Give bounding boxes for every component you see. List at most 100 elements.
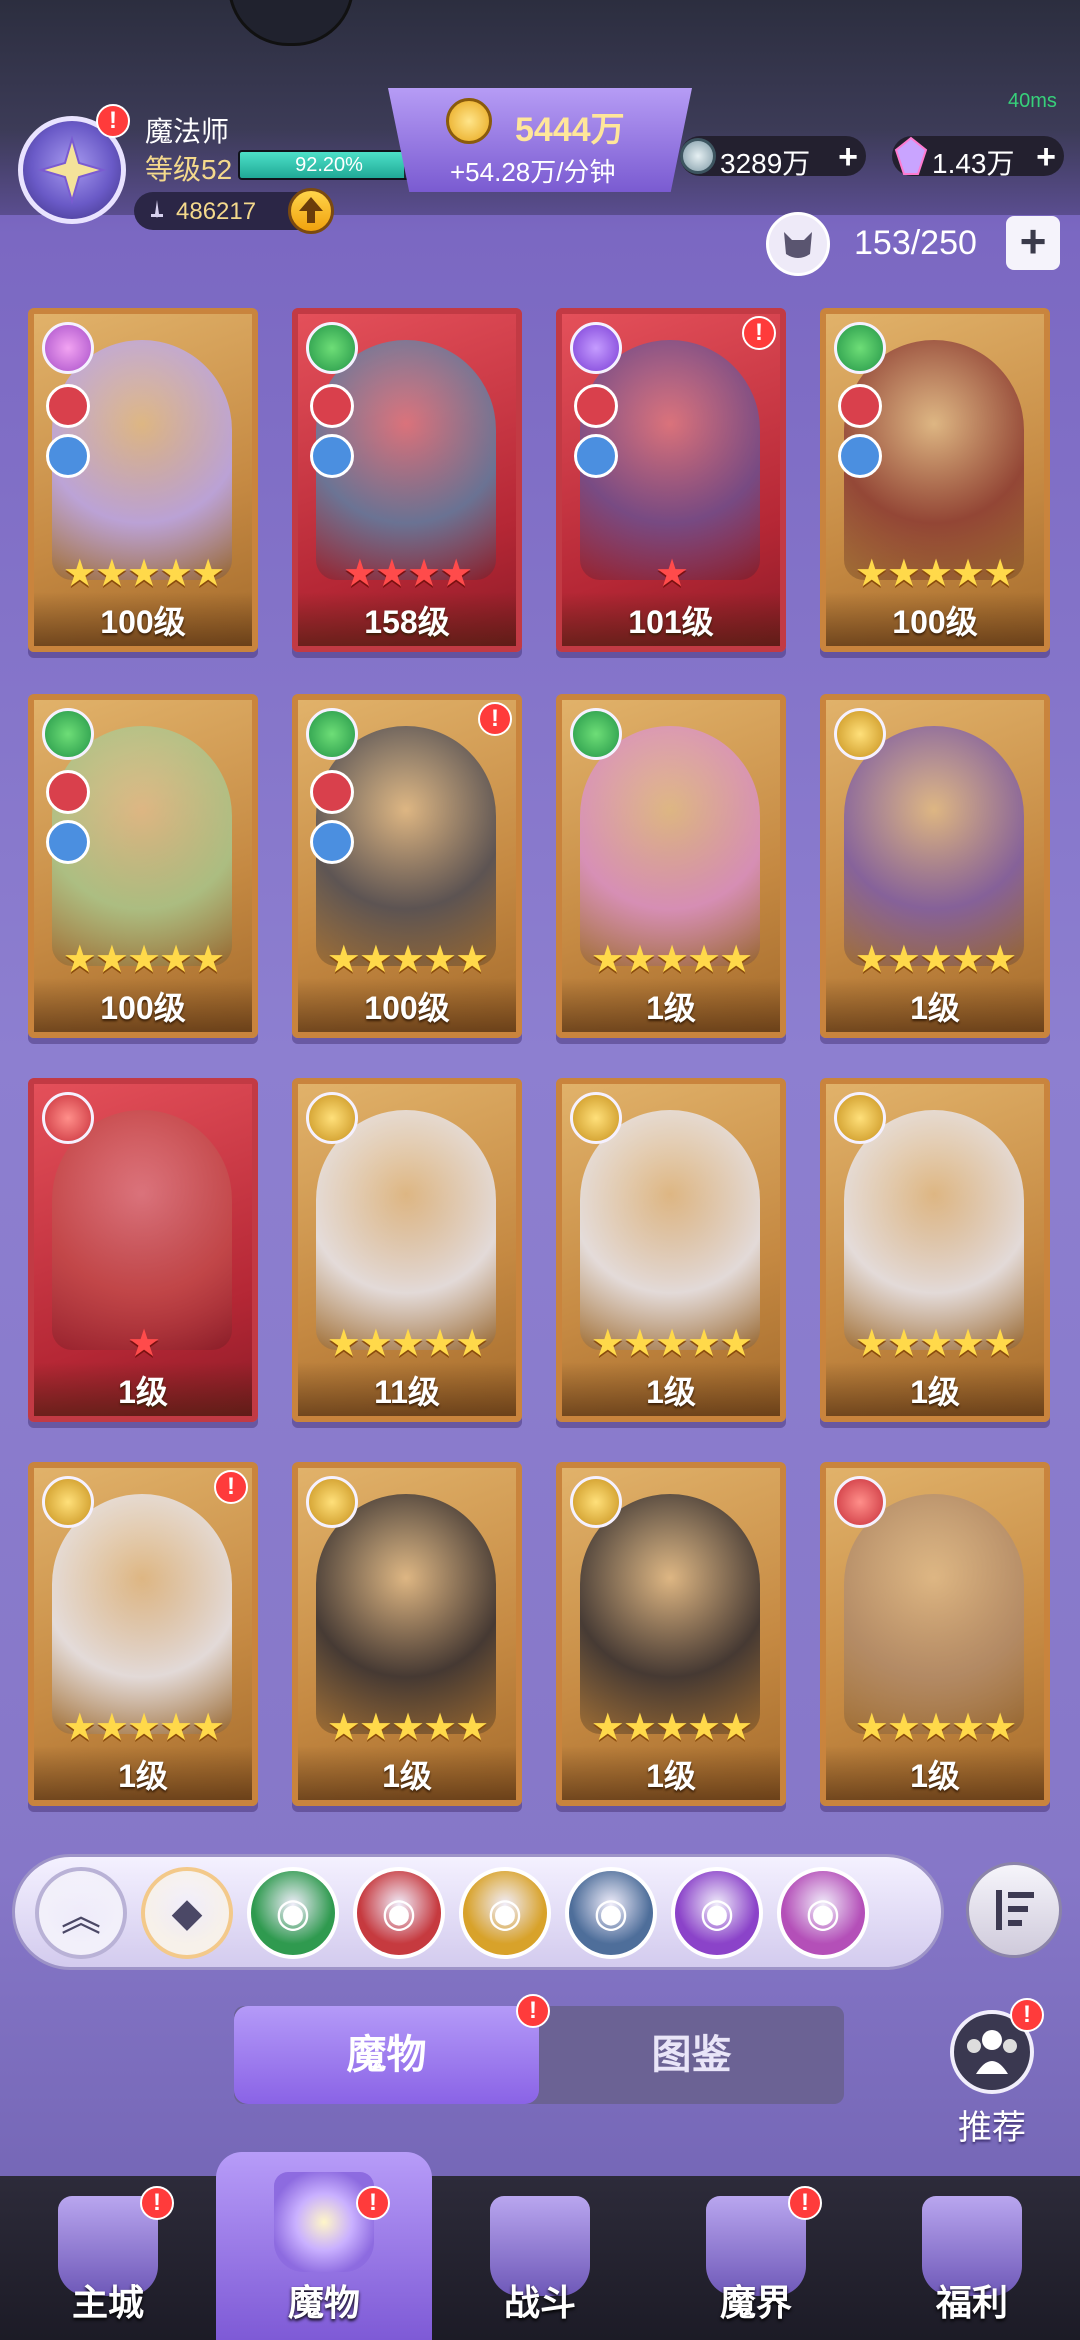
- monster-card[interactable]: ★★★★ 158级: [292, 308, 522, 652]
- star-icon: ★: [854, 553, 889, 595]
- star-icon: ★: [951, 1707, 985, 1749]
- silver-coin-icon: [680, 138, 716, 174]
- faction-icon: [834, 1476, 886, 1528]
- monster-level: 101级: [562, 592, 780, 646]
- monster-card[interactable]: ★★★★★ 100级: [820, 308, 1050, 652]
- star-icon: ★: [590, 1323, 625, 1365]
- defense-role-icon: [574, 434, 618, 478]
- monster-card[interactable]: ★★★★★ 1级: [556, 694, 786, 1038]
- nav-label: 战斗: [503, 2282, 576, 2323]
- monster-card[interactable]: ★★★★★ 1级: [820, 1462, 1050, 1806]
- faction-icon: [570, 322, 622, 374]
- monster-card[interactable]: ★ 1级: [28, 1078, 258, 1422]
- monster-card[interactable]: ★★★★★ 11级: [292, 1078, 522, 1422]
- monster-portrait: [844, 1494, 1024, 1734]
- faction-icon: [306, 322, 358, 374]
- nav-flame-star[interactable]: 魔物!: [216, 2152, 432, 2340]
- monster-portrait: [844, 1110, 1024, 1350]
- nav-alert-badge: !: [788, 2186, 822, 2220]
- star-icon: ★: [918, 553, 953, 595]
- monster-level: 1级: [34, 1362, 252, 1416]
- filter-nature-button[interactable]: ◉: [247, 1867, 339, 1959]
- expand-capacity-button[interactable]: +: [1006, 216, 1060, 270]
- nav-portal[interactable]: 魔界!: [648, 2176, 864, 2340]
- diamond-grid-icon: ◆: [171, 1891, 203, 1935]
- monster-portrait: [52, 1110, 232, 1350]
- star-rating: ★★★★★: [34, 552, 252, 596]
- star-icon: ★: [687, 939, 721, 981]
- filter-arcane-button[interactable]: ◉: [777, 1867, 869, 1959]
- star-rating: ★★★★★: [298, 1706, 516, 1750]
- star-icon: ★: [126, 1707, 161, 1749]
- nav-castle[interactable]: 主城!: [0, 2176, 216, 2340]
- star-icon: ★: [126, 553, 161, 595]
- collapse-filter-button[interactable]: ︽: [35, 1867, 127, 1959]
- gold-amount: 5444万: [515, 111, 625, 149]
- power-up-button[interactable]: [288, 188, 334, 234]
- star-icon: ★: [94, 939, 129, 981]
- crystal-add-button[interactable]: +: [1036, 138, 1056, 177]
- star-icon: ★: [326, 1323, 361, 1365]
- nav-label: 魔物: [287, 2282, 360, 2323]
- recommend-alert-badge: !: [1010, 1998, 1044, 2032]
- monster-card[interactable]: ★★★★★ 1级: [556, 1078, 786, 1422]
- star-rating: ★: [34, 1322, 252, 1366]
- faction-icon: [42, 322, 94, 374]
- silver-resource[interactable]: 3289万 +: [680, 136, 866, 179]
- monster-capacity-icon: [766, 212, 830, 276]
- monster-portrait: [316, 1110, 496, 1350]
- filter-all-button[interactable]: ◆: [141, 1867, 233, 1959]
- star-icon: ★: [94, 1707, 129, 1749]
- monster-card[interactable]: ★★★★★ 100级: [28, 308, 258, 652]
- defense-role-icon: [310, 434, 354, 478]
- nav-treasure-chest[interactable]: 福利: [864, 2176, 1080, 2340]
- star-icon: ★: [654, 939, 689, 981]
- arrow-up-icon: [299, 197, 323, 223]
- monster-level: 11级: [298, 1362, 516, 1416]
- star-icon: ★: [622, 1323, 657, 1365]
- filter-demon-button[interactable]: ◉: [353, 1867, 445, 1959]
- star-icon: ★: [854, 939, 889, 981]
- faction-icon: [306, 1476, 358, 1528]
- monster-level: 100级: [34, 978, 252, 1032]
- star-icon: ★: [918, 1323, 953, 1365]
- star-icon: ★: [159, 1707, 193, 1749]
- monster-portrait: [580, 1110, 760, 1350]
- star-icon: ★: [590, 939, 625, 981]
- star-rating: ★★★★★: [826, 552, 1044, 596]
- tab-monsters[interactable]: 魔物: [234, 2006, 539, 2104]
- star-icon: ★: [358, 1323, 393, 1365]
- filter-time-button[interactable]: ◉: [459, 1867, 551, 1959]
- silver-add-button[interactable]: +: [838, 138, 858, 177]
- star-icon: ★: [719, 1707, 753, 1749]
- star-icon: ★: [687, 1323, 721, 1365]
- gold-coin-icon: [446, 98, 492, 144]
- nav-shield-sword[interactable]: 战斗: [432, 2176, 648, 2340]
- monster-card[interactable]: ★★★★★ 1级: [820, 1078, 1050, 1422]
- star-icon: ★: [886, 1323, 921, 1365]
- hourglass-icon: ◉: [487, 1891, 523, 1935]
- monster-card[interactable]: ★★★★★ 1级: [292, 1462, 522, 1806]
- filter-eye-button[interactable]: ◉: [671, 1867, 763, 1959]
- star-icon: ★: [719, 1323, 753, 1365]
- monster-card[interactable]: ★★★★★ 1级!: [28, 1462, 258, 1806]
- defense-role-icon: [310, 820, 354, 864]
- star-rating: ★★★★★: [826, 1706, 1044, 1750]
- sort-button[interactable]: [966, 1862, 1062, 1958]
- star-icon: ★: [886, 553, 921, 595]
- star-icon: ★: [654, 1323, 689, 1365]
- monster-card[interactable]: ★★★★★ 1级: [556, 1462, 786, 1806]
- monster-level: 1级: [298, 1746, 516, 1800]
- star-icon: ★: [951, 1323, 985, 1365]
- star-icon: ★: [191, 553, 225, 595]
- monster-card[interactable]: ★★★★★ 100级!: [292, 694, 522, 1038]
- crystal-resource[interactable]: 1.43万 +: [892, 136, 1064, 179]
- star-icon: ★: [854, 1707, 889, 1749]
- monster-card[interactable]: ★ 101级!: [556, 308, 786, 652]
- tab-codex[interactable]: 图鉴: [539, 2006, 844, 2104]
- crystal-icon: [894, 136, 928, 175]
- monster-card[interactable]: ★★★★★ 100级: [28, 694, 258, 1038]
- filter-dragon-button[interactable]: ◉: [565, 1867, 657, 1959]
- monster-card[interactable]: ★★★★★ 1级: [820, 694, 1050, 1038]
- attack-role-icon: [310, 384, 354, 428]
